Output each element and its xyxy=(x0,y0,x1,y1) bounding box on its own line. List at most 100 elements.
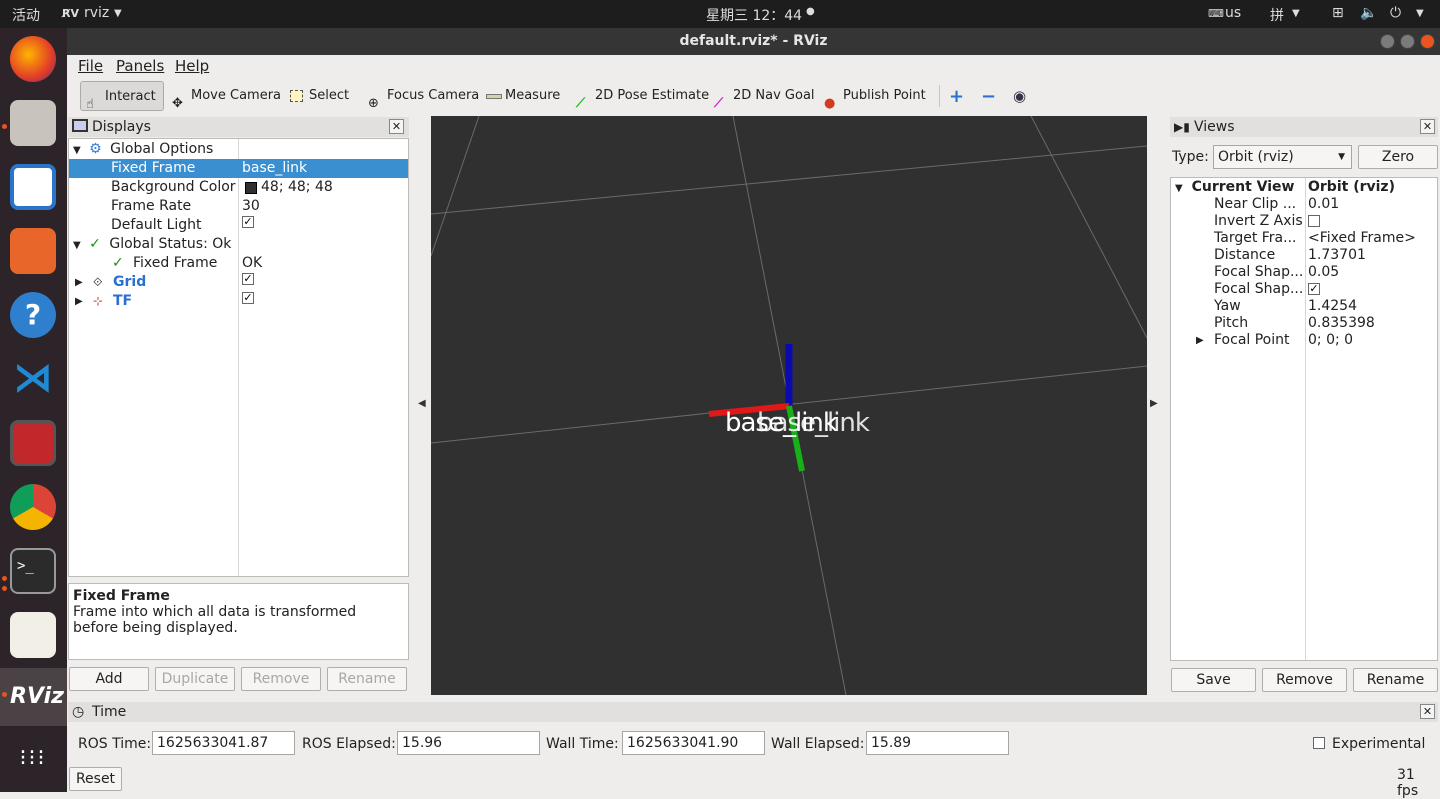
measure-tool[interactable]: Measure xyxy=(481,81,560,111)
zero-button[interactable]: Zero xyxy=(1358,145,1438,169)
wall-elapsed-field[interactable]: 15.89 xyxy=(866,731,1009,755)
collapse-right-icon[interactable]: ▶ xyxy=(1150,398,1158,409)
vscode-icon[interactable]: ⋊ xyxy=(10,356,56,402)
window-title: default.rviz* - RViz xyxy=(679,33,828,49)
menu-file[interactable]: File xyxy=(78,57,103,75)
software-store-icon[interactable] xyxy=(10,228,56,274)
default-light-label: Default Light xyxy=(111,217,202,233)
running-indicator xyxy=(2,124,7,129)
focal-point-value[interactable]: 0; 0; 0 xyxy=(1308,331,1353,350)
wall-elapsed-label: Wall Elapsed: xyxy=(771,736,865,752)
firefox-icon[interactable] xyxy=(10,36,56,82)
grid-enabled-checkbox[interactable]: ✓ xyxy=(242,273,254,285)
publish-point-tool[interactable]: ● Publish Point xyxy=(819,81,926,111)
minimize-button[interactable] xyxy=(1380,34,1395,49)
gear-icon: ⚙ xyxy=(89,141,102,157)
close-window-button[interactable] xyxy=(1420,34,1435,49)
eye-icon[interactable]: ◉ xyxy=(1013,87,1026,105)
close-panel-button[interactable]: ✕ xyxy=(389,119,404,134)
save-view-button[interactable]: Save xyxy=(1171,668,1256,692)
writer-icon[interactable] xyxy=(10,164,56,210)
text-editor-icon[interactable] xyxy=(10,612,56,658)
remove-view-button[interactable]: Remove xyxy=(1262,668,1347,692)
description-text: Frame into which all data is transformed… xyxy=(73,604,357,636)
nav-goal-tool[interactable]: ⟋ 2D Nav Goal xyxy=(709,81,815,111)
focus-camera-tool[interactable]: ⊕ Focus Camera xyxy=(363,81,479,111)
activities-button[interactable]: 活动 xyxy=(12,5,40,25)
background-color-value[interactable]: 48; 48; 48 xyxy=(261,178,333,197)
render-viewport[interactable]: base_link base_link xyxy=(431,116,1147,695)
global-status-item[interactable]: ▼ ✓ Global Status: Ok xyxy=(73,235,231,254)
global-options-item[interactable]: ▼ ⚙ Global Options xyxy=(73,140,213,159)
files-icon[interactable] xyxy=(10,100,56,146)
network-icon[interactable]: ⊞ xyxy=(1332,5,1344,21)
chrome-icon[interactable] xyxy=(10,484,56,530)
terminator-icon[interactable] xyxy=(10,420,56,466)
wall-time-field[interactable]: 1625633041.90 xyxy=(622,731,765,755)
status-fixed-frame-row[interactable]: ✓ Fixed Frame OK xyxy=(69,254,408,273)
menu-help[interactable]: Help xyxy=(175,57,209,75)
invert-z-checkbox[interactable] xyxy=(1308,215,1320,227)
default-light-row[interactable]: Default Light ✓ xyxy=(69,216,408,235)
tf-frame-label-overlap: base_link xyxy=(757,408,870,438)
fixed-frame-value[interactable]: base_link xyxy=(242,159,307,178)
power-icon[interactable]: ⏻ xyxy=(1390,5,1401,21)
volume-icon[interactable]: 🔈 xyxy=(1360,5,1377,21)
remove-tool-minus-icon[interactable]: − xyxy=(981,86,996,107)
help-icon[interactable]: ? xyxy=(10,292,56,338)
tf-enabled-checkbox[interactable]: ✓ xyxy=(242,292,254,304)
add-display-button[interactable]: Add xyxy=(69,667,149,691)
time-header: ◷ Time ✕ xyxy=(68,702,1438,722)
reset-button[interactable]: Reset xyxy=(69,767,122,791)
input-method[interactable]: 拼 xyxy=(1270,5,1284,25)
background-color-label: Background Color xyxy=(111,179,236,195)
interact-tool[interactable]: ☝ Interact xyxy=(80,81,164,112)
camera-icon: ▶▮ xyxy=(1174,120,1190,134)
view-type-value: Orbit (rviz) xyxy=(1218,149,1294,165)
fixed-frame-row[interactable]: Fixed Frame base_link xyxy=(69,159,408,178)
remove-display-button[interactable]: Remove xyxy=(241,667,321,691)
terminal-icon[interactable]: >_ xyxy=(10,548,56,594)
clock[interactable]: 星期三 12：44 xyxy=(706,5,802,25)
duplicate-display-button[interactable]: Duplicate xyxy=(155,667,235,691)
frame-rate-row[interactable]: Frame Rate 30 xyxy=(69,197,408,216)
status-fixed-frame-value: OK xyxy=(242,255,263,271)
ros-elapsed-field[interactable]: 15.96 xyxy=(397,731,540,755)
expand-right-icon[interactable]: ▶ xyxy=(1196,331,1204,350)
menu-panels[interactable]: Panels xyxy=(116,57,164,75)
maximize-button[interactable] xyxy=(1400,34,1415,49)
rename-view-button[interactable]: Rename xyxy=(1353,668,1438,692)
running-indicator xyxy=(2,576,7,581)
default-light-checkbox[interactable]: ✓ xyxy=(242,216,254,228)
monitor-icon xyxy=(72,119,88,132)
rviz-icon[interactable]: RViz xyxy=(10,674,64,720)
select-tool[interactable]: Select xyxy=(285,81,349,111)
keyboard-layout[interactable]: us xyxy=(1225,5,1241,21)
views-header: ▶▮ Views ✕ xyxy=(1170,117,1438,137)
app-menu-label[interactable]: rviz xyxy=(84,5,109,21)
tf-display-row[interactable]: ▶ ⊹ TF ✓ xyxy=(69,292,408,311)
grid-display-row[interactable]: ▶ ⟐ Grid ✓ xyxy=(69,273,408,292)
collapse-left-icon[interactable]: ◀ xyxy=(418,398,426,409)
close-panel-button[interactable]: ✕ xyxy=(1420,119,1435,134)
experimental-checkbox[interactable] xyxy=(1313,737,1325,749)
frame-rate-value[interactable]: 30 xyxy=(242,197,260,216)
expand-right-icon: ▶ xyxy=(75,296,83,307)
color-swatch[interactable] xyxy=(245,182,257,194)
scene-svg xyxy=(431,116,1147,695)
add-tool-plus-icon[interactable]: + xyxy=(949,86,964,107)
column-divider xyxy=(1305,178,1306,660)
view-type-select[interactable]: Orbit (rviz) ▼ xyxy=(1213,145,1352,169)
move-camera-tool[interactable]: ✥ Move Camera xyxy=(167,81,281,111)
background-color-row[interactable]: Background Color 48; 48; 48 xyxy=(69,178,408,197)
close-panel-button[interactable]: ✕ xyxy=(1420,704,1435,719)
pose-estimate-tool[interactable]: ⟋ 2D Pose Estimate xyxy=(571,81,709,111)
focal-point-label: Focal Point xyxy=(1214,332,1290,348)
rename-display-button[interactable]: Rename xyxy=(327,667,407,691)
focal-shape-fixed-checkbox[interactable]: ✓ xyxy=(1308,283,1320,295)
ros-time-field[interactable]: 1625633041.87 xyxy=(152,731,295,755)
description-title: Fixed Frame xyxy=(73,588,170,604)
show-apps-icon[interactable]: ⁝⁝⁝ xyxy=(10,736,56,782)
global-options-label: Global Options xyxy=(110,141,214,157)
clock-icon: ◷ xyxy=(72,704,85,720)
